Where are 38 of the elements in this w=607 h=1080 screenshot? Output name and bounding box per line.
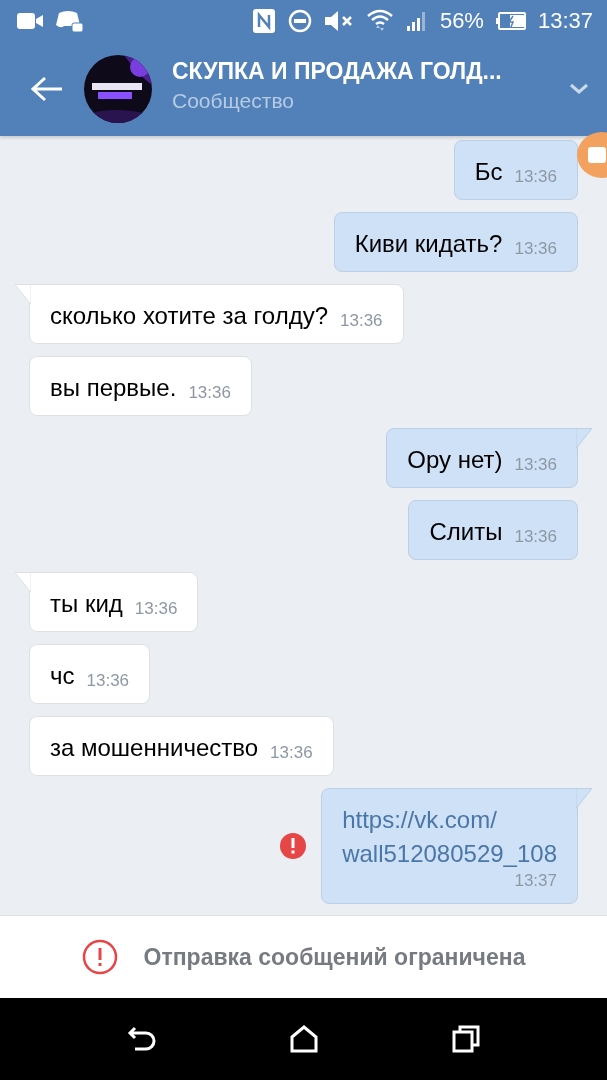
message-text: вы первые.	[50, 373, 177, 403]
video-camera-icon	[16, 10, 44, 32]
warning-icon	[81, 939, 118, 975]
message-time: 13:36	[134, 599, 178, 620]
chat-subtitle: Сообщество	[172, 88, 295, 113]
message-text: Ору нет)	[407, 445, 503, 475]
message-time: 13:36	[514, 167, 557, 188]
message-text: Киви кидать?	[354, 229, 503, 259]
chevron-down-icon[interactable]	[569, 83, 589, 95]
message-time: 13:36	[86, 671, 130, 692]
mute-icon	[323, 10, 354, 32]
message-text: чс	[50, 661, 75, 691]
back-icon[interactable]	[126, 1026, 157, 1052]
message-text: ты кид	[50, 589, 123, 619]
message-text: Бс	[474, 157, 503, 187]
message-text: сколько хотите за голду?	[50, 301, 328, 331]
battery-charging-icon	[495, 12, 526, 30]
nfc-icon	[251, 8, 276, 34]
recent-apps-icon[interactable]	[452, 1025, 481, 1053]
battery-percent: 56%	[439, 8, 484, 34]
home-icon[interactable]	[290, 1025, 319, 1053]
message-time: 13:36	[514, 239, 557, 260]
restriction-notice: Отправка сообщений ограничена	[143, 943, 526, 971]
signal-icon	[405, 10, 428, 32]
message-time: 13:36	[270, 743, 313, 764]
gamepad-chat-icon	[56, 9, 84, 33]
back-arrow-icon[interactable]	[30, 75, 64, 103]
message-text: Слиты	[429, 517, 503, 547]
message-time: 13:36	[514, 455, 557, 476]
clock: 13:37	[537, 8, 593, 34]
message-time: 13:36	[340, 311, 383, 332]
message-time: 13:36	[514, 527, 557, 548]
chat-title: СКУПКА И ПРОДАЖА ГОЛД...	[172, 57, 503, 85]
message-time: 13:37	[514, 871, 557, 892]
message-time: 13:36	[188, 383, 231, 404]
do-not-disturb-icon	[287, 9, 312, 33]
message-text: за мошенничество	[50, 733, 259, 763]
message-link[interactable]: https://vk.com/ wall512080529_108	[342, 803, 557, 871]
